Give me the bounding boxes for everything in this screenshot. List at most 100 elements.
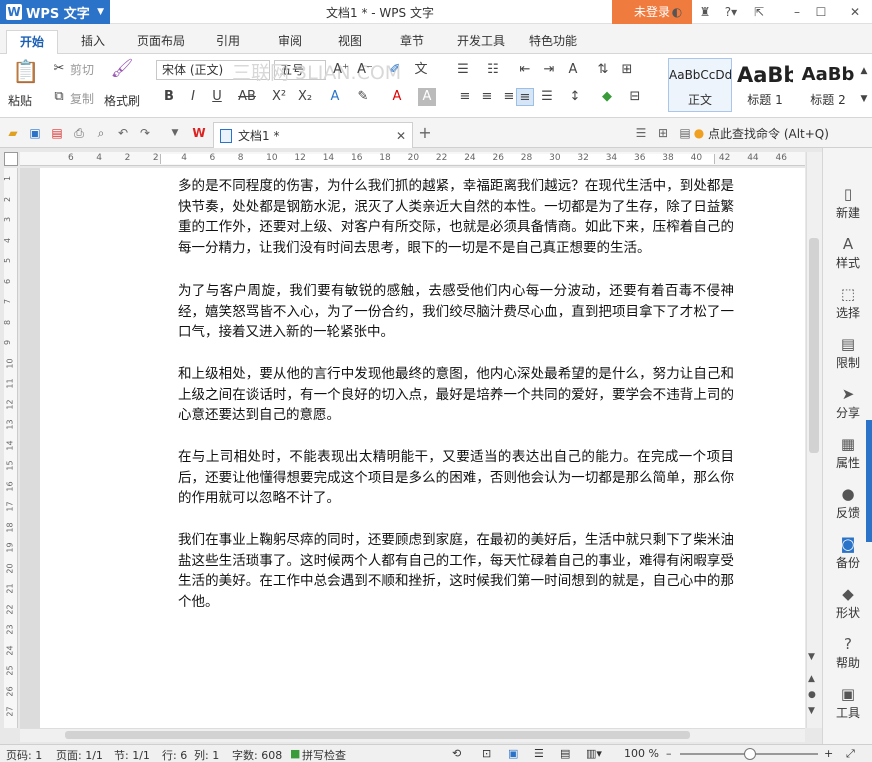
align-left-icon[interactable]: ≡ [456, 88, 474, 106]
paragraph[interactable]: 多的是不同程度的伤害，为什么我们抓的越紧，幸福距离我们越远？在现代生活中，到处都… [178, 176, 734, 258]
close-icon[interactable]: ✕ [846, 3, 864, 21]
open-folder-icon[interactable]: ▰ [4, 124, 22, 142]
new-tab-icon[interactable]: + [416, 124, 434, 142]
history-icon[interactable]: ⟲ [452, 747, 461, 760]
side-backup[interactable]: ◙ 备份 [823, 534, 872, 571]
horizontal-ruler[interactable]: 6 4 2 2 4 6 8 10 12 14 16 18 20 22 24 26 28 30 32 34 36 38 40 4… [20, 152, 805, 166]
tab-references[interactable]: 引用 [206, 30, 250, 54]
side-new[interactable]: ▯ 新建 [823, 184, 872, 221]
highlight-icon[interactable]: ✎ [354, 88, 372, 106]
tab-developer[interactable]: 开发工具 [448, 30, 514, 54]
paste-button[interactable]: 粘贴 [8, 92, 32, 109]
justify-icon[interactable]: ≡ [516, 88, 534, 106]
side-tools[interactable]: ▣ 工具 [823, 684, 872, 721]
style-heading-2[interactable]: AaBb 标题 2 [798, 58, 858, 112]
read-view-icon[interactable]: ▥▾ [586, 747, 602, 760]
side-shapes[interactable]: ◆ 形状 [823, 584, 872, 621]
prev-page-icon[interactable]: ▲ [808, 674, 815, 684]
paragraph[interactable]: 我们在事业上鞠躬尽瘁的同时，还要顾虑到家庭，在最初的美好后，生活中就只剩下了柴米… [178, 530, 734, 612]
font-color-icon[interactable]: A [388, 88, 406, 106]
borders-icon[interactable]: ⊟ [626, 88, 644, 106]
tab-page-layout[interactable]: 页面布局 [128, 30, 194, 54]
table-border-icon[interactable]: ⊞ [618, 61, 636, 79]
document-page[interactable]: 多的是不同程度的伤害，为什么我们抓的越紧，幸福距离我们越远？在现代生活中，到处都… [40, 168, 805, 728]
paragraph[interactable]: 在与上司相处时，不能表现出太精明能干，又要适当的表达出自己的能力。在完成一个项目… [178, 447, 734, 509]
tab-home[interactable]: 开始 [6, 30, 58, 54]
shrink-font-icon[interactable]: A⁻ [356, 61, 374, 79]
export-pdf-icon[interactable]: ▤ [48, 124, 66, 142]
tab-review[interactable]: 审阅 [268, 30, 312, 54]
bullet-list-icon[interactable]: ☰ [454, 61, 472, 79]
format-painter-button[interactable]: 格式刷 [104, 92, 140, 109]
tab-view[interactable]: 视图 [328, 30, 372, 54]
horizontal-scroll-thumb[interactable] [65, 731, 690, 739]
style-heading-1[interactable]: AaBb 标题 1 [736, 58, 794, 112]
italic-icon[interactable]: I [184, 88, 202, 106]
redo-icon[interactable]: ↷ [136, 124, 154, 142]
wps-app-menu-button[interactable]: W WPS 文字 ▼ [0, 0, 110, 24]
side-select[interactable]: ⬚ 选择 [823, 284, 872, 321]
maximize-icon[interactable]: ☐ [812, 3, 830, 21]
close-tab-icon[interactable]: ✕ [396, 129, 406, 143]
side-styles[interactable]: A 样式 [823, 234, 872, 271]
status-word-count[interactable]: 字数: 608 [232, 747, 282, 762]
side-restrict[interactable]: ▤ 限制 [823, 334, 872, 371]
scroll-down-icon[interactable]: ▼ [808, 652, 815, 662]
document-tab[interactable]: 文档1 * ✕ [213, 122, 413, 148]
style-scroll-up-icon[interactable]: ▲ [858, 62, 870, 80]
paste-icon[interactable]: 📋 [12, 60, 39, 86]
document-canvas[interactable]: 多的是不同程度的伤害，为什么我们抓的越紧，幸福距离我们越远？在现代生活中，到处都… [20, 168, 805, 728]
vertical-scroll-thumb[interactable] [809, 238, 819, 453]
tab-chapter[interactable]: 章节 [390, 30, 434, 54]
fullscreen-icon[interactable]: ⇱ [750, 3, 768, 21]
page-view-icon[interactable]: ▣ [508, 747, 518, 760]
increase-indent-icon[interactable]: ⇥ [540, 61, 558, 79]
help-icon[interactable]: ?▾ [720, 3, 742, 21]
char-shading-icon[interactable]: A [418, 88, 436, 106]
shading-icon[interactable]: ◆ [598, 88, 616, 106]
tab-special[interactable]: 特色功能 [522, 30, 584, 54]
copy-icon[interactable]: ⧉ [50, 88, 68, 106]
ruler-corner-tab[interactable] [4, 152, 18, 166]
side-help[interactable]: ? 帮助 [823, 634, 872, 671]
list-view-icon[interactable]: ☰ [632, 124, 650, 142]
underline-icon[interactable]: U [208, 88, 226, 106]
copy-button[interactable]: 复制 [70, 90, 94, 107]
print-preview-icon[interactable]: ⌕ [92, 124, 110, 142]
style-normal[interactable]: AaBbCcDd 正文 [668, 58, 732, 112]
side-share[interactable]: ➤ 分享 [823, 384, 872, 421]
spell-check-button[interactable]: 拼写检查 [302, 747, 346, 762]
select-browse-icon[interactable]: ● [808, 690, 816, 700]
decrease-indent-icon[interactable]: ⇤ [516, 61, 534, 79]
zoom-in-icon[interactable]: + [824, 747, 833, 760]
print-icon[interactable]: ⎙ [70, 124, 88, 142]
bold-icon[interactable]: B [160, 88, 178, 106]
phonetic-icon[interactable]: 文 [412, 61, 430, 79]
tab-insert[interactable]: 插入 [70, 30, 116, 54]
grid-view-icon[interactable]: ⊞ [654, 124, 672, 142]
undo-icon[interactable]: ↶ [114, 124, 132, 142]
command-search[interactable]: 点此查找命令 (Alt+Q) [708, 125, 829, 142]
clear-format-icon[interactable]: ✐ [386, 61, 404, 79]
zoom-slider-knob[interactable] [744, 748, 756, 760]
cut-button[interactable]: 剪切 [70, 61, 94, 78]
sort-icon[interactable]: ⇅ [594, 61, 612, 79]
skin-icon[interactable]: ◐ [668, 3, 686, 21]
line-spacing-icon[interactable]: ↕ [566, 88, 584, 106]
style-scroll-down-icon[interactable]: ▼ [858, 90, 870, 108]
format-painter-icon[interactable]: 🖌 [110, 60, 134, 84]
customize-qa-icon[interactable]: ▼ [166, 124, 184, 142]
outline-view-icon[interactable]: ☰ [534, 747, 544, 760]
wps-w-icon[interactable]: W [190, 124, 208, 142]
minimize-icon[interactable]: – [788, 3, 806, 21]
chinese-layout-icon[interactable]: A [564, 61, 582, 79]
strikethrough-icon[interactable]: AB [238, 88, 256, 106]
web-view-icon[interactable]: ▤ [560, 747, 570, 760]
align-center-icon[interactable]: ≡ [478, 88, 496, 106]
shirt-icon[interactable]: ♜ [696, 3, 714, 21]
side-properties[interactable]: ▦ 属性 [823, 434, 872, 471]
superscript-icon[interactable]: X² [270, 88, 288, 106]
side-feedback[interactable]: ● 反馈 [823, 484, 872, 521]
zoom-level[interactable]: 100 % [624, 747, 659, 760]
scissors-icon[interactable]: ✂ [50, 60, 68, 78]
